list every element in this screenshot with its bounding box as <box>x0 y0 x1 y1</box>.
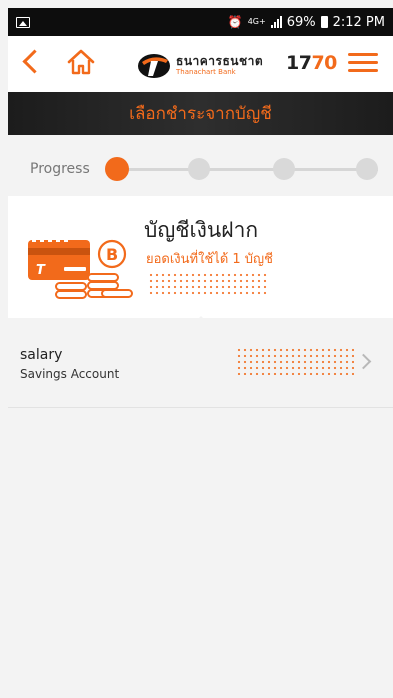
brand-name-thai: ธนาคารธนชาต <box>176 53 264 68</box>
deposit-account-icon: T B <box>28 236 133 299</box>
svg-text:T: T <box>36 263 46 278</box>
clock: 2:12 PM <box>332 14 385 30</box>
page-title-bar: เลือกชำระจากบัญชี <box>8 92 393 135</box>
svg-text:B: B <box>106 245 118 264</box>
masked-total-balance <box>148 272 268 296</box>
account-name: salary <box>20 347 63 363</box>
alarm-icon: ⏰ <box>227 15 243 29</box>
hotline-part-2: 70 <box>311 52 337 74</box>
progress-label: Progress <box>30 161 90 177</box>
card-pointer <box>192 316 210 325</box>
progress-indicator: Progress <box>8 145 393 193</box>
brand-name-en: Thanachart Bank <box>176 67 236 76</box>
account-type: Savings Account <box>20 367 120 381</box>
signal-icon <box>270 16 282 28</box>
app-header: ธนาคารธนชาต Thanachart Bank 1770 <box>8 36 393 92</box>
battery-icon <box>320 16 328 28</box>
masked-account-balance <box>236 347 354 375</box>
image-icon <box>16 16 30 28</box>
hotline-part-1: 17 <box>286 52 312 74</box>
status-bar: ⏰ 4G+ 69% 2:12 PM <box>8 8 393 36</box>
page-title: เลือกชำระจากบัญชี <box>129 104 272 124</box>
account-summary-card: T B บัญชีเงินฝาก ยอดเงินที่ใช้ได้ 1 บัญช… <box>8 196 393 318</box>
account-category-title: บัญชีเงินฝาก <box>144 218 259 242</box>
chevron-right-icon <box>355 353 372 370</box>
progress-step-2 <box>188 158 210 180</box>
thanachart-logo-mark <box>138 54 170 78</box>
home-icon[interactable] <box>66 48 96 76</box>
progress-track <box>108 168 378 171</box>
account-row-salary[interactable]: salary Savings Account <box>8 327 393 408</box>
progress-step-1 <box>105 157 129 181</box>
progress-step-4 <box>356 158 378 180</box>
menu-icon[interactable] <box>348 51 378 75</box>
battery-percent: 69% <box>286 14 316 30</box>
progress-step-3 <box>273 158 295 180</box>
hotline-number[interactable]: 1770 <box>286 52 337 74</box>
network-type: 4G+ <box>247 17 266 26</box>
available-accounts-count: ยอดเงินที่ใช้ได้ 1 บัญชี <box>146 252 273 267</box>
back-icon[interactable] <box>22 49 47 74</box>
thanachart-logo: ธนาคารธนชาต Thanachart Bank <box>136 50 263 80</box>
